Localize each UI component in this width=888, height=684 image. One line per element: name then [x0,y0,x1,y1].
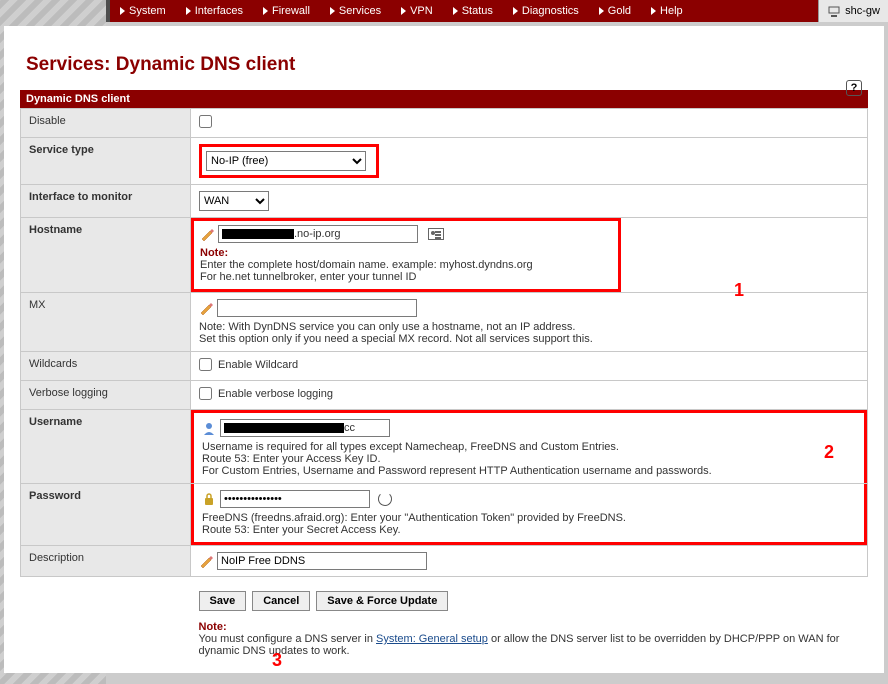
menu-label: VPN [410,5,433,17]
password-hint1: FreeDNS (freedns.afraid.org): Enter your… [202,512,856,524]
password-input[interactable] [220,490,370,508]
hostname-hint1: Enter the complete host/domain name. exa… [200,259,533,271]
wildcards-label: Wildcards [21,352,191,381]
footer-note-pre: You must configure a DNS server in [199,633,377,645]
menu-arrow-icon [120,7,125,15]
menu-arrow-icon [186,7,191,15]
refresh-icon[interactable] [378,492,392,506]
pencil-icon [199,554,213,568]
lock-icon [202,492,216,506]
menu-label: Diagnostics [522,5,579,17]
menu-interfaces[interactable]: Interfaces [176,0,253,22]
general-setup-link[interactable]: System: General setup [376,633,488,645]
mx-label: MX [21,293,191,352]
interface-label: Interface to monitor [21,185,191,218]
menu-help[interactable]: Help [641,0,693,22]
save-button[interactable]: Save [199,591,247,611]
help-icon[interactable]: ? [846,80,862,96]
verbose-checkbox[interactable] [199,387,212,400]
menu-arrow-icon [453,7,458,15]
annotation-1: 1 [734,280,744,301]
panel-header: Dynamic DNS client [20,90,868,108]
username-hint2: Route 53: Enter your Access Key ID. [202,453,856,465]
username-label: Username [21,410,191,484]
verbose-row[interactable]: Enable verbose logging [199,387,333,400]
description-label: Description [21,546,191,577]
menu-label: Services [339,5,381,17]
mx-hint2: Set this option only if you need a speci… [199,333,859,345]
menu-label: Help [660,5,683,17]
menu-gold[interactable]: Gold [589,0,641,22]
service-type-label: Service type [21,138,191,185]
note-label: Note: [200,247,228,259]
wildcard-chk-label: Enable Wildcard [218,359,298,371]
hostname-suffix: .no-ip.org [294,228,340,240]
menu-status[interactable]: Status [443,0,503,22]
password-hint2: Route 53: Enter your Secret Access Key. [202,524,856,536]
menu-arrow-icon [513,7,518,15]
hostname-hint2: For he.net tunnelbroker, enter your tunn… [200,271,416,283]
mx-input[interactable] [217,299,417,317]
wildcard-checkbox[interactable] [199,358,212,371]
menu-arrow-icon [263,7,268,15]
menu-label: Firewall [272,5,310,17]
host-icon [827,4,841,18]
menu-arrow-icon [401,7,406,15]
description-input[interactable] [217,552,427,570]
disable-label: Disable [21,109,191,138]
address-book-icon[interactable] [428,228,444,240]
hostname-obscured [222,229,294,239]
username-hint3: For Custom Entries, Username and Passwor… [202,465,856,477]
menu-diagnostics[interactable]: Diagnostics [503,0,589,22]
save-force-update-button[interactable]: Save & Force Update [316,591,448,611]
menu-label: System [129,5,166,17]
password-label: Password [21,484,191,546]
username-obscured [224,423,344,433]
top-navbar: Sense System Interfaces Firewall Service… [0,0,888,22]
menu-vpn[interactable]: VPN [391,0,443,22]
menu-label: Interfaces [195,5,243,17]
mx-hint1: Note: With DynDNS service you can only u… [199,321,859,333]
annotation-3: 3 [272,650,282,671]
cancel-button[interactable]: Cancel [252,591,310,611]
menu-arrow-icon [651,7,656,15]
menu-services[interactable]: Services [320,0,391,22]
footer-note: Note: You must configure a DNS server in… [199,621,860,657]
username-suffix: cc [344,422,355,434]
menu-arrow-icon [330,7,335,15]
settings-form: Disable Service type No-IP (free) Interf… [20,108,868,663]
wildcard-row[interactable]: Enable Wildcard [199,358,298,371]
pencil-icon [200,227,214,241]
annotation-2: 2 [824,442,834,463]
pencil-icon [199,301,213,315]
main-menu: System Interfaces Firewall Services VPN … [110,0,818,22]
menu-label: Status [462,5,493,17]
note-label: Note: [199,621,227,633]
verbose-label: Verbose logging [21,381,191,410]
menu-firewall[interactable]: Firewall [253,0,320,22]
hostname-indicator[interactable]: shc-gw [818,0,888,22]
user-icon [202,421,216,435]
disable-checkbox[interactable] [199,115,212,128]
hostname-text: shc-gw [845,5,880,17]
page-title: Services: Dynamic DNS client [26,54,868,76]
menu-system[interactable]: System [110,0,176,22]
menu-arrow-icon [599,7,604,15]
interface-select[interactable]: WAN [199,191,269,211]
button-row: Save Cancel Save & Force Update [199,583,860,611]
menu-label: Gold [608,5,631,17]
hostname-label: Hostname [21,218,191,293]
service-type-select[interactable]: No-IP (free) [206,151,366,171]
username-hint1: Username is required for all types excep… [202,441,856,453]
verbose-chk-label: Enable verbose logging [218,388,333,400]
